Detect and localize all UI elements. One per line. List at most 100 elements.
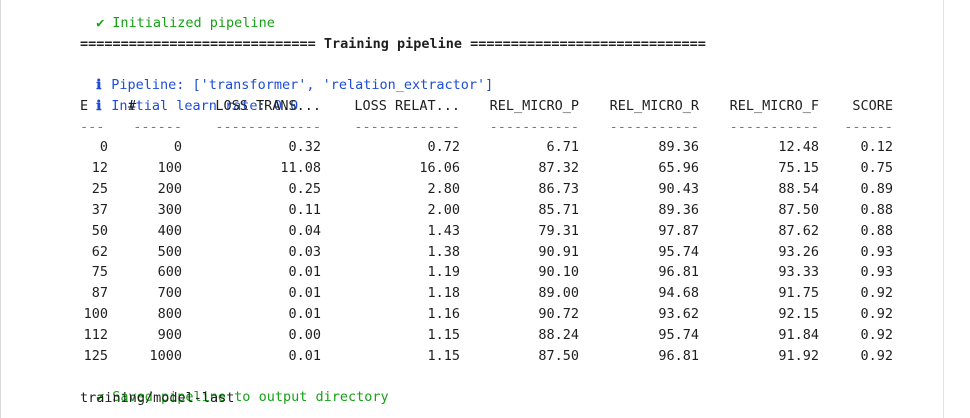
- column-separator: -------------: [215, 119, 321, 135]
- cell-step: 300: [157, 202, 182, 218]
- cell-loss-transformer: 0.01: [288, 348, 321, 364]
- cell-loss-relation: 1.19: [427, 264, 460, 280]
- cell-rel-micro-f: 91.75: [778, 285, 819, 301]
- cell-score: 0.88: [860, 223, 893, 239]
- cell-score: 0.88: [860, 202, 893, 218]
- cell-rel-micro-r: 94.68: [658, 285, 699, 301]
- cell-rel-micro-r: 93.62: [658, 306, 699, 322]
- column-header-loss-relation: LOSS RELAT...: [354, 98, 460, 114]
- cell-rel-micro-f: 75.15: [778, 160, 819, 176]
- cell-score: 0.92: [860, 327, 893, 343]
- cell-step: 600: [157, 264, 182, 280]
- cell-loss-transformer: 0.00: [288, 327, 321, 343]
- cell-rel-micro-p: 87.32: [538, 160, 579, 176]
- cell-loss-transformer: 0.03: [288, 244, 321, 260]
- init-text: Initialized pipeline: [112, 15, 275, 31]
- cell-rel-micro-p: 88.24: [538, 327, 579, 343]
- output-right-border: [943, 0, 944, 418]
- cell-loss-relation: 1.18: [427, 285, 460, 301]
- cell-loss-relation: 2.00: [427, 202, 460, 218]
- cell-loss-transformer: 0.01: [288, 285, 321, 301]
- cell-step: 0: [173, 139, 182, 155]
- cell-rel-micro-f: 87.50: [778, 202, 819, 218]
- cell-rel-micro-r: 96.81: [658, 264, 699, 280]
- column-header-step: #: [128, 98, 137, 114]
- cell-loss-relation: 1.38: [427, 244, 460, 260]
- cell-rel-micro-f: 92.15: [778, 306, 819, 322]
- column-header-rel-micro-r: REL_MICRO_R: [609, 98, 699, 114]
- cell-rel-micro-p: 87.50: [538, 348, 579, 364]
- cell-step: 400: [157, 223, 182, 239]
- cell-step: 500: [157, 244, 182, 260]
- column-separator: -----------: [489, 119, 579, 135]
- cell-loss-transformer: 0.11: [288, 202, 321, 218]
- column-separator: ------: [133, 119, 182, 135]
- cell-score: 0.92: [860, 348, 893, 364]
- cell-loss-transformer: 0.25: [288, 181, 321, 197]
- column-separator: -----------: [609, 119, 699, 135]
- cell-loss-transformer: 0.04: [288, 223, 321, 239]
- section-header: ============================= Training p…: [80, 36, 706, 52]
- cell-score: 0.93: [860, 264, 893, 280]
- column-header-loss-transformer: LOSS TRANS...: [215, 98, 321, 114]
- learn-rate-info: ℹ Initial learn rate: 0.0: [80, 76, 298, 114]
- cell-loss-transformer: 0.32: [288, 139, 321, 155]
- cell-step: 1000: [149, 348, 182, 364]
- column-separator: ------: [844, 119, 893, 135]
- cell-score: 0.75: [860, 160, 893, 176]
- cell-rel-micro-p: 6.71: [546, 139, 579, 155]
- cell-loss-relation: 16.06: [419, 160, 460, 176]
- cell-rel-micro-r: 95.74: [658, 244, 699, 260]
- cell-step: 900: [157, 327, 182, 343]
- column-separator: -----------: [729, 119, 819, 135]
- cell-score: 0.12: [860, 139, 893, 155]
- cell-rel-micro-r: 89.36: [658, 202, 699, 218]
- cell-loss-relation: 1.15: [427, 348, 460, 364]
- cell-rel-micro-p: 85.71: [538, 202, 579, 218]
- cell-rel-micro-f: 93.26: [778, 244, 819, 260]
- cell-rel-micro-p: 79.31: [538, 223, 579, 239]
- cell-step: 700: [157, 285, 182, 301]
- cell-rel-micro-r: 96.81: [658, 348, 699, 364]
- cell-step: 100: [157, 160, 182, 176]
- cell-rel-micro-p: 86.73: [538, 181, 579, 197]
- cell-rel-micro-f: 91.92: [778, 348, 819, 364]
- cell-rel-micro-f: 87.62: [778, 223, 819, 239]
- init-message: ✔ Initialized pipeline: [80, 0, 275, 31]
- cell-score: 0.92: [860, 285, 893, 301]
- cell-score: 0.92: [860, 306, 893, 322]
- cell-step: 800: [157, 306, 182, 322]
- cell-rel-micro-r: 95.74: [658, 327, 699, 343]
- column-header-epoch: E: [80, 98, 89, 114]
- cell-rel-micro-p: 90.91: [538, 244, 579, 260]
- cell-rel-micro-f: 12.48: [778, 139, 819, 155]
- cell-loss-relation: 1.16: [427, 306, 460, 322]
- cell-step: 200: [157, 181, 182, 197]
- cell-rel-micro-f: 93.33: [778, 264, 819, 280]
- cell-loss-transformer: 11.08: [280, 160, 321, 176]
- column-header-score: SCORE: [852, 98, 893, 114]
- column-separator: -------------: [354, 119, 460, 135]
- cell-score: 0.89: [860, 181, 893, 197]
- output-path: training/model-last: [80, 390, 235, 406]
- cell-rel-micro-r: 65.96: [658, 160, 699, 176]
- cell-rel-micro-p: 90.10: [538, 264, 579, 280]
- info-icon: ℹ: [96, 98, 102, 114]
- cell-loss-relation: 1.43: [427, 223, 460, 239]
- column-header-rel-micro-f: REL_MICRO_F: [729, 98, 819, 114]
- cell-rel-micro-r: 90.43: [658, 181, 699, 197]
- cell-loss-relation: 1.15: [427, 327, 460, 343]
- cell-rel-micro-f: 91.84: [778, 327, 819, 343]
- saved-message: ✔ Saved pipeline to output directory: [80, 367, 388, 405]
- column-separator: ---: [80, 119, 105, 135]
- output-left-border: [0, 0, 1, 418]
- cell-rel-micro-p: 89.00: [538, 285, 579, 301]
- cell-loss-relation: 2.80: [427, 181, 460, 197]
- cell-loss-transformer: 0.01: [288, 306, 321, 322]
- pipeline-info: ℹ Pipeline: ['transformer', 'relation_ext…: [80, 55, 493, 93]
- cell-loss-relation: 0.72: [427, 139, 460, 155]
- column-header-rel-micro-p: REL_MICRO_P: [489, 98, 579, 114]
- cell-rel-micro-r: 89.36: [658, 139, 699, 155]
- cell-score: 0.93: [860, 244, 893, 260]
- cell-loss-transformer: 0.01: [288, 264, 321, 280]
